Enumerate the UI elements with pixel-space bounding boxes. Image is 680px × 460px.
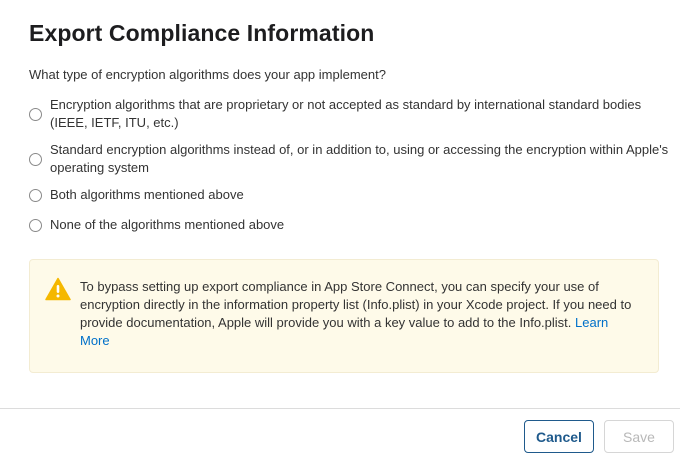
radio-option-label: Encryption algorithms that are proprieta… — [50, 97, 642, 130]
radio-button[interactable] — [29, 152, 42, 166]
encryption-question: What type of encryption algorithms does … — [29, 67, 386, 82]
radio-option-none[interactable]: None of the algorithms mentioned above — [29, 216, 669, 234]
cancel-button[interactable]: Cancel — [524, 420, 594, 453]
notice-body: To bypass setting up export compliance i… — [80, 279, 632, 330]
warning-icon — [45, 277, 71, 301]
radio-option-standard[interactable]: Standard encryption algorithms instead o… — [29, 141, 669, 177]
info-plist-notice: To bypass setting up export compliance i… — [29, 259, 659, 373]
radio-option-label: Standard encryption algorithms instead o… — [50, 142, 669, 175]
radio-button[interactable] — [29, 188, 42, 202]
radio-option-both[interactable]: Both algorithms mentioned above — [29, 186, 669, 204]
radio-option-label: None of the algorithms mentioned above — [50, 217, 285, 232]
dialog-title: Export Compliance Information — [29, 20, 375, 46]
radio-option-proprietary[interactable]: Encryption algorithms that are proprieta… — [29, 96, 669, 132]
radio-button[interactable] — [29, 218, 42, 232]
radio-option-label: Both algorithms mentioned above — [50, 187, 244, 202]
notice-text: To bypass setting up export compliance i… — [80, 278, 640, 350]
radio-button[interactable] — [29, 107, 42, 121]
save-button[interactable]: Save — [604, 420, 674, 453]
footer-divider — [0, 408, 680, 409]
